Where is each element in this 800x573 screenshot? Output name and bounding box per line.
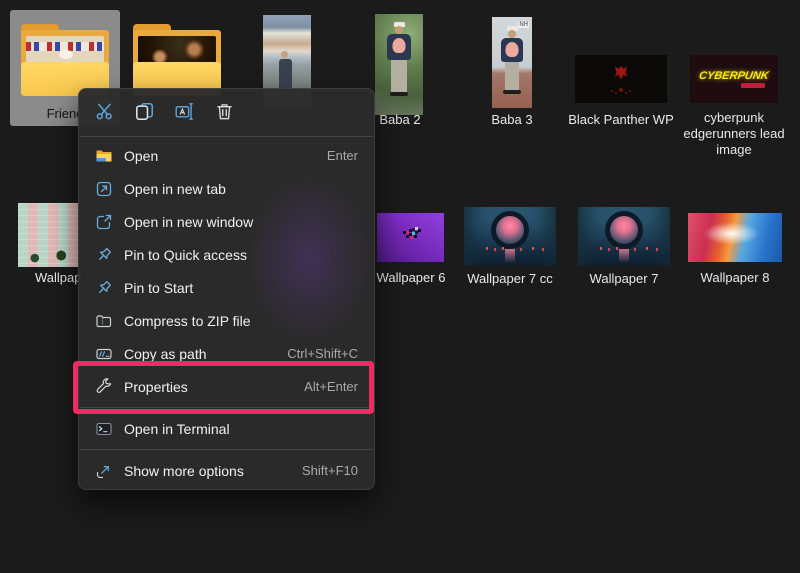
file-label: Wallpaper 7 cc	[462, 271, 558, 287]
shortcut-text: Shift+F10	[302, 463, 358, 478]
file-tile-baba3[interactable]	[492, 17, 532, 108]
zip-folder-icon	[95, 312, 113, 330]
person-figure	[501, 26, 523, 94]
file-tile-wallpaper7cc[interactable]	[464, 207, 556, 265]
file-label: Wallpaper 6	[371, 270, 451, 286]
file-tile-cyberpunk[interactable]: CYBERPUNK	[690, 55, 778, 103]
open-folder-icon	[95, 147, 113, 165]
cyberpunk-tag-art	[741, 83, 765, 88]
menu-item-properties[interactable]: Properties Alt+Enter	[79, 370, 374, 403]
copy-as-path-icon	[95, 345, 113, 363]
menu-item-pin-to-quick-access[interactable]: Pin to Quick access	[79, 238, 374, 271]
menu-item-compress-to-zip[interactable]: Compress to ZIP file	[79, 304, 374, 337]
new-tab-icon	[95, 180, 113, 198]
shortcut-text: Alt+Enter	[304, 379, 358, 394]
cut-button[interactable]	[90, 98, 118, 126]
file-label: Black Panther WP	[567, 112, 675, 128]
show-more-options-icon	[95, 462, 113, 480]
necklace-art	[619, 88, 623, 92]
shortcut-text: Ctrl+Shift+C	[287, 346, 358, 361]
lights-art	[600, 247, 602, 250]
copy-button[interactable]	[130, 98, 158, 126]
pixel-car-art	[403, 231, 406, 234]
pin-icon	[95, 246, 113, 264]
file-label: Wallpaper 7	[578, 271, 670, 287]
reflection-art	[505, 249, 515, 263]
folder-icon	[21, 24, 109, 96]
menu-item-open-in-terminal[interactable]: Open in Terminal	[79, 412, 374, 445]
wrench-icon	[95, 378, 113, 396]
ring-art	[491, 211, 529, 249]
file-label: cyberpunk edgerunners lead image	[681, 110, 787, 158]
rename-icon	[175, 102, 194, 121]
menu-separator	[80, 136, 373, 137]
cyberpunk-logo: CYBERPUNK	[698, 70, 769, 82]
pin-icon	[95, 279, 113, 297]
file-tile-folder2[interactable]	[133, 24, 221, 96]
file-tile-black-panther[interactable]	[575, 55, 667, 103]
menu-item-open-in-new-window[interactable]: Open in new window	[79, 205, 374, 238]
menu-item-open[interactable]: Open Enter	[79, 139, 374, 172]
file-tile-wallpaper6[interactable]	[377, 213, 444, 262]
menu-separator	[80, 407, 373, 408]
new-window-icon	[95, 213, 113, 231]
context-menu-toolbar	[79, 89, 374, 134]
menu-item-copy-as-path[interactable]: Copy as path Ctrl+Shift+C	[79, 337, 374, 370]
terminal-icon	[95, 420, 113, 438]
file-label: Wallpaper 8	[688, 270, 782, 286]
person-figure	[387, 22, 411, 96]
file-tile-wallpaper7[interactable]	[578, 207, 670, 265]
cut-icon	[95, 102, 114, 121]
menu-item-show-more-options[interactable]: Show more options Shift+F10	[79, 454, 374, 487]
delete-button[interactable]	[210, 98, 238, 126]
menu-item-pin-to-start[interactable]: Pin to Start	[79, 271, 374, 304]
panther-mask-art	[610, 66, 632, 85]
menu-item-open-in-new-tab[interactable]: Open in new tab	[79, 172, 374, 205]
file-tile-wallpaper1[interactable]	[18, 203, 78, 267]
context-menu: Open Enter Open in new tab Open in new w…	[78, 88, 375, 490]
copy-icon	[135, 102, 154, 121]
ring-art	[605, 211, 643, 249]
reflection-art	[619, 249, 629, 263]
file-explorer-canvas: Friend Baba 2 Baba 3 Black Panther WP CY…	[0, 0, 800, 573]
menu-separator	[80, 449, 373, 450]
file-tile-wallpaper8[interactable]	[688, 213, 782, 262]
lights-art	[486, 247, 488, 250]
file-label: Baba 3	[472, 112, 552, 128]
folder-icon	[133, 24, 221, 96]
file-tile-baba2[interactable]	[375, 14, 423, 115]
shortcut-text: Enter	[327, 148, 358, 163]
rename-button[interactable]	[170, 98, 198, 126]
file-label: Wallpap	[35, 270, 81, 286]
delete-icon	[215, 102, 234, 121]
